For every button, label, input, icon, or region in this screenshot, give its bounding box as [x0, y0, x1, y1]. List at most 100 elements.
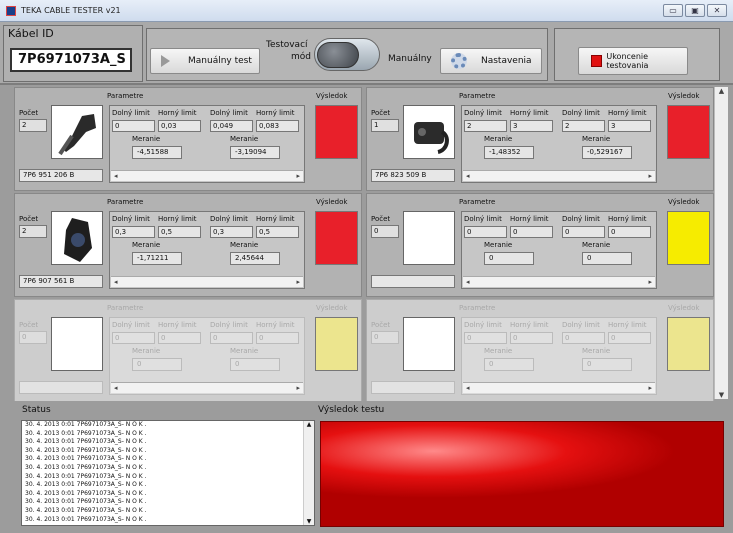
- lower-limit-value[interactable]: 2: [464, 120, 507, 132]
- pocet-value[interactable]: 2: [19, 119, 47, 132]
- pocet-label: Počet: [19, 109, 39, 117]
- stop-icon: [591, 55, 603, 67]
- manual-test-button[interactable]: Manuálny test: [150, 48, 260, 74]
- meranie-label: Meranie: [484, 241, 513, 249]
- status-log[interactable]: 30. 4. 2013 0:01 7P6971073A_S- N O K . 30…: [21, 420, 315, 526]
- scroll-left-icon[interactable]: ◂: [114, 277, 118, 287]
- parameter-scrollbar[interactable]: ◂ ▸: [111, 276, 303, 287]
- upper-limit-label: Horný limit: [510, 109, 549, 117]
- scroll-down-icon[interactable]: ▼: [715, 391, 728, 399]
- lower-limit-value[interactable]: 2: [562, 120, 605, 132]
- upper-limit-value[interactable]: 0,03: [158, 120, 201, 132]
- kabel-id-field[interactable]: 7P6971073A_S: [10, 48, 132, 72]
- pocet-value[interactable]: 2: [19, 225, 47, 238]
- lower-limit-value[interactable]: 0: [464, 226, 507, 238]
- parameter-scrollbar[interactable]: ◂ ▸: [111, 170, 303, 181]
- upper-limit-value[interactable]: 0: [608, 226, 651, 238]
- result-indicator: [667, 211, 710, 265]
- scroll-right-icon[interactable]: ▸: [296, 383, 300, 393]
- upper-limit-label: Horný limit: [608, 321, 647, 329]
- meranie-label: Meranie: [230, 347, 259, 355]
- pocet-value[interactable]: 1: [371, 119, 399, 132]
- lower-limit-value[interactable]: 0: [464, 332, 507, 344]
- scroll-up-icon[interactable]: ▲: [304, 421, 314, 428]
- upper-limit-value[interactable]: 3: [510, 120, 553, 132]
- parametre-label: Parametre: [107, 198, 144, 206]
- status-line: 30. 4. 2013 0:01 7P6971073A_S- N O K .: [25, 429, 147, 437]
- scroll-left-icon[interactable]: ◂: [114, 171, 118, 181]
- status-line: 30. 4. 2013 0:01 7P6971073A_S- N O K .: [25, 446, 147, 454]
- parameters: Dolný limit Horný limit 0 0 Meranie 0 Dolný li…: [461, 317, 657, 395]
- upper-limit-value[interactable]: 0,5: [256, 226, 299, 238]
- lower-limit-value[interactable]: 0,049: [210, 120, 253, 132]
- parameter-scrollbar[interactable]: ◂ ▸: [463, 382, 655, 393]
- measurement-value: 0: [582, 252, 632, 265]
- scroll-left-icon[interactable]: ◂: [114, 383, 118, 393]
- scroll-right-icon[interactable]: ▸: [296, 277, 300, 287]
- status-line: 30. 4. 2013 0:01 7P6971073A_S- N O K .: [25, 438, 147, 446]
- minimize-button[interactable]: ▭: [663, 4, 683, 17]
- test-panel: Parametre Výsledok Počet 0 Dolný limit Horný …: [366, 193, 714, 297]
- status-line: 30. 4. 2013 0:01 7P6971073A_S- N O K .: [25, 421, 147, 428]
- scroll-left-icon[interactable]: ◂: [466, 277, 470, 287]
- pocet-value[interactable]: 0: [371, 225, 399, 238]
- scroll-up-icon[interactable]: ▲: [715, 87, 728, 95]
- scroll-right-icon[interactable]: ▸: [648, 383, 652, 393]
- upper-limit-value[interactable]: 0,083: [256, 120, 299, 132]
- vertical-scrollbar[interactable]: ▲ ▼: [714, 87, 728, 399]
- parameters: Dolný limit Horný limit 0 0 Meranie 0 Dolný li…: [461, 211, 657, 289]
- parameter-scrollbar[interactable]: ◂ ▸: [463, 170, 655, 181]
- part-number: [371, 381, 455, 394]
- result-indicator: [315, 105, 358, 159]
- lower-limit-value[interactable]: 0: [112, 120, 155, 132]
- upper-limit-label: Horný limit: [158, 109, 197, 117]
- scroll-down-icon[interactable]: ▼: [304, 518, 314, 525]
- upper-limit-value[interactable]: 0: [256, 332, 299, 344]
- lower-limit-value[interactable]: 0: [210, 332, 253, 344]
- part-number: [371, 275, 455, 288]
- scroll-right-icon[interactable]: ▸: [648, 277, 652, 287]
- scroll-right-icon[interactable]: ▸: [296, 171, 300, 181]
- upper-limit-label: Horný limit: [158, 321, 197, 329]
- status-line: 30. 4. 2013 0:01 7P6971073A_S- N O K .: [25, 498, 147, 506]
- stop-testing-button[interactable]: Ukoncenie testovania: [578, 47, 688, 75]
- pocet-label: Počet: [19, 321, 39, 329]
- lower-limit-value[interactable]: 0: [112, 332, 155, 344]
- lower-limit-value[interactable]: 0: [562, 226, 605, 238]
- status-line: 30. 4. 2013 0:01 7P6971073A_S- N O K .: [25, 472, 147, 480]
- lower-limit-value[interactable]: 0,3: [210, 226, 253, 238]
- scroll-left-icon[interactable]: ◂: [466, 383, 470, 393]
- maximize-button[interactable]: ▣: [685, 4, 705, 17]
- parameter-scrollbar[interactable]: ◂ ▸: [463, 276, 655, 287]
- meranie-label: Meranie: [132, 347, 161, 355]
- manual-mode-label: Manuálny: [388, 54, 432, 64]
- pocet-value[interactable]: 0: [371, 331, 399, 344]
- upper-limit-value[interactable]: 0: [510, 226, 553, 238]
- test-panel: Parametre Výsledok Počet 1 7P6 823 509 B Doln…: [366, 87, 714, 191]
- parametre-label: Parametre: [459, 304, 496, 312]
- settings-button[interactable]: Nastavenia: [440, 48, 542, 74]
- close-button[interactable]: ✕: [707, 4, 727, 17]
- measurement-value: 0: [484, 252, 534, 265]
- mode-toggle[interactable]: [314, 38, 380, 71]
- part-number: 7P6 951 206 B: [19, 169, 103, 182]
- upper-limit-value[interactable]: 0: [510, 332, 553, 344]
- measurement-value: -1,71211: [132, 252, 182, 265]
- upper-limit-value[interactable]: 0,5: [158, 226, 201, 238]
- parametre-label: Parametre: [459, 198, 496, 206]
- upper-limit-value[interactable]: 0: [158, 332, 201, 344]
- meranie-label: Meranie: [132, 241, 161, 249]
- settings-label: Nastavenia: [481, 56, 532, 66]
- parameter-scrollbar[interactable]: ◂ ▸: [111, 382, 303, 393]
- scroll-left-icon[interactable]: ◂: [466, 171, 470, 181]
- toggle-knob: [317, 42, 359, 68]
- upper-limit-value[interactable]: 3: [608, 120, 651, 132]
- lower-limit-value[interactable]: 0: [562, 332, 605, 344]
- upper-limit-value[interactable]: 0: [608, 332, 651, 344]
- vysledok-label: Výsledok: [316, 304, 348, 312]
- measurement-value: 0: [484, 358, 534, 371]
- pocet-value[interactable]: 0: [19, 331, 47, 344]
- scroll-right-icon[interactable]: ▸: [648, 171, 652, 181]
- lower-limit-value[interactable]: 0,3: [112, 226, 155, 238]
- status-scrollbar[interactable]: ▲ ▼: [303, 421, 314, 525]
